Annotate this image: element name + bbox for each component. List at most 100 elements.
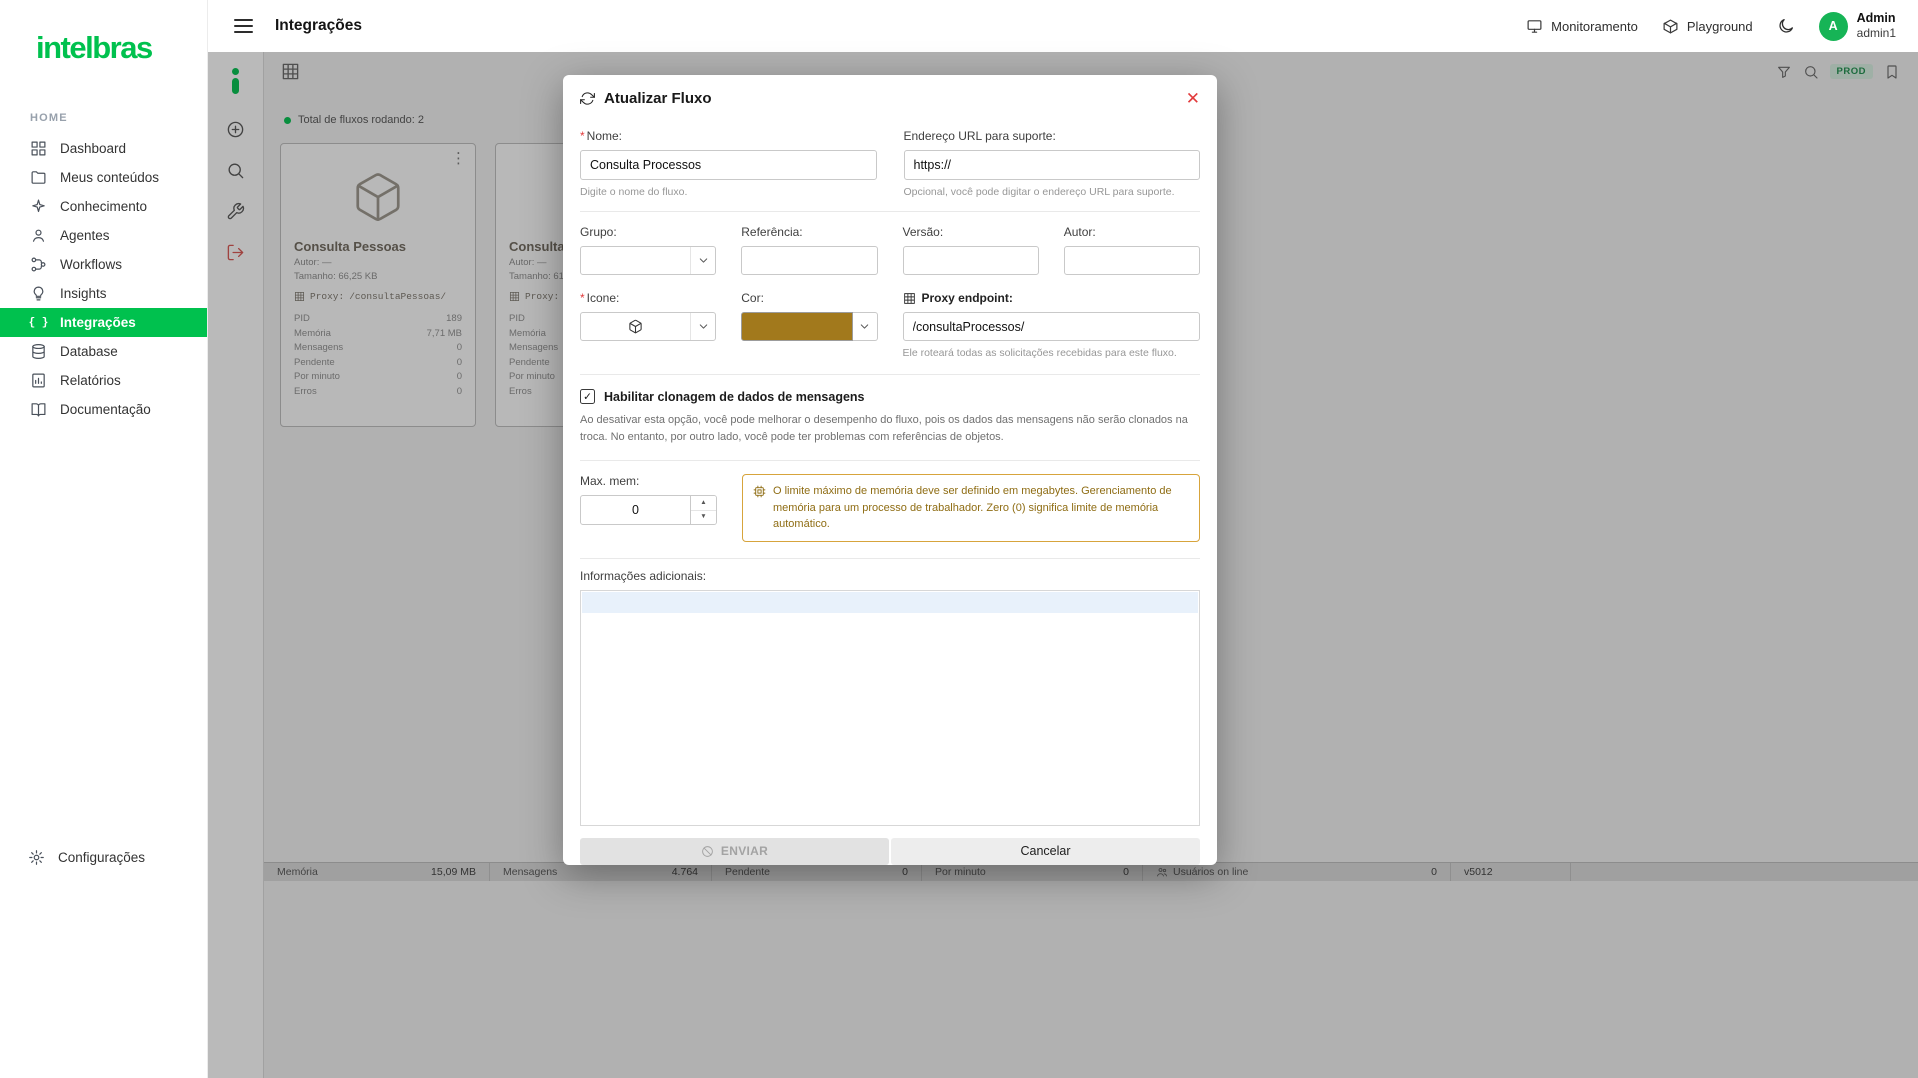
versao-input[interactable] [902,246,1039,275]
memory-chip-icon [753,485,766,498]
nome-input[interactable] [580,150,877,180]
sidebar-nav: Dashboard Meus conteúdos Conhecimento Ag… [0,134,207,424]
update-flow-icon [580,91,595,106]
sidebar-item-label: Dashboard [60,141,127,156]
sidebar-item-label: Meus conteúdos [60,170,160,185]
sidebar-item-label: Insights [60,286,107,301]
spark-icon [30,198,47,215]
proxy-input[interactable] [902,312,1200,341]
sidebar-item-label: Conhecimento [60,199,148,214]
max-mem-label: Max. mem: [580,474,640,488]
menu-icon[interactable] [234,19,253,33]
prohibit-icon [701,845,714,858]
memory-warning-text: O limite máximo de memória deve ser defi… [773,485,1172,530]
intelbras-logo: intelbras [36,30,153,65]
additional-info-editor[interactable] [580,589,1200,826]
sidebar-item-label: Relatórios [60,373,121,388]
checkbox-checked-icon: ✓ [580,389,595,404]
playground-label: Playground [1686,18,1753,34]
referencia-input[interactable] [741,246,878,275]
referencia-label: Referência: [741,225,803,239]
sidebar-item-insights[interactable]: Insights [0,279,207,308]
dashboard-icon [30,140,47,157]
monitoramento-label: Monitoramento [1551,18,1638,34]
sidebar-item-integracoes[interactable]: { } Integrações [0,308,207,337]
sidebar-item-workflows[interactable]: Workflows [0,250,207,279]
cube-icon [628,319,643,334]
color-swatch[interactable] [741,312,853,341]
cancelar-button[interactable]: Cancelar [891,837,1200,865]
workflow-icon [30,256,47,273]
editor-active-line [582,591,1198,613]
user-name: Admin [1856,11,1896,26]
sidebar-item-meus-conteudos[interactable]: Meus conteúdos [0,163,207,192]
clonagem-description: Ao desativar esta opção, você pode melho… [580,414,1188,443]
sidebar-item-configuracoes[interactable]: Configurações [0,843,207,872]
folder-icon [30,169,47,186]
report-icon [30,372,47,389]
bulb-icon [30,285,47,302]
cor-select[interactable] [741,312,878,341]
icone-select[interactable] [580,312,717,341]
atualizar-fluxo-modal: Atualizar Fluxo ✕ *Nome: Digite o nome d… [563,75,1217,865]
book-icon [30,401,47,418]
url-input[interactable] [903,150,1200,180]
sidebar-section-label: HOME [30,112,68,124]
database-icon [30,343,47,360]
proxy-endpoint-icon [903,292,916,305]
topbar: Integrações Monitoramento Playground A A… [208,0,1918,52]
autor-label: Autor: [1063,225,1096,239]
clonagem-checkbox[interactable]: ✓ Habilitar clonagem de dados de mensage… [580,389,1200,404]
max-mem-input[interactable] [580,495,691,525]
sidebar-item-documentacao[interactable]: Documentação [0,395,207,424]
sidebar-item-label: Workflows [60,257,123,272]
gear-icon [28,849,45,866]
sidebar-item-agentes[interactable]: Agentes [0,221,207,250]
url-label: Endereço URL para suporte: [903,129,1056,143]
sidebar: intelbras HOME Dashboard Meus conteúdos … [0,0,208,1078]
nome-label: * Nome: [580,129,623,143]
grupo-select[interactable] [580,246,717,275]
chevron-down-icon [690,313,715,340]
grupo-label: Grupo: [580,225,617,239]
user-username: admin1 [1856,26,1896,41]
user-menu[interactable]: A Admin admin1 [1818,10,1896,42]
icone-label: * Icone: [580,291,620,305]
avatar: A [1818,11,1848,41]
playground-link[interactable]: Playground [1662,18,1753,35]
sidebar-item-label: Agentes [60,228,110,243]
sidebar-item-label: Integrações [60,315,136,330]
dark-mode-icon[interactable] [1777,17,1795,35]
braces-icon: { } [28,316,49,329]
sidebar-item-database[interactable]: Database [0,337,207,366]
cor-label: Cor: [741,291,764,305]
sidebar-item-conhecimento[interactable]: Conhecimento [0,192,207,221]
sidebar-item-dashboard[interactable]: Dashboard [0,134,207,163]
proxy-label: Proxy endpoint: [903,291,1201,305]
chevron-down-icon [690,247,715,274]
sidebar-item-label: Documentação [60,402,151,417]
agent-icon [30,227,47,244]
sidebar-item-label: Configurações [58,850,146,865]
step-up-icon[interactable]: ▲ [691,496,716,511]
autor-input[interactable] [1063,246,1200,275]
modal-title: Atualizar Fluxo [604,90,712,107]
memory-warning: O limite máximo de memória deve ser defi… [742,474,1200,542]
close-icon[interactable]: ✕ [1186,90,1200,107]
monitoramento-link[interactable]: Monitoramento [1526,18,1638,35]
info-label: Informações adicionais: [580,568,707,583]
clonagem-label: Habilitar clonagem de dados de mensagens [604,389,865,404]
proxy-helper: Ele roteará todas as solicitações recebi… [902,347,1177,359]
chevron-down-icon [852,312,878,341]
monitor-icon [1526,18,1543,35]
sidebar-item-relatorios[interactable]: Relatórios [0,366,207,395]
enviar-button[interactable]: ENVIAR [580,837,889,865]
page-title: Integrações [275,17,363,34]
step-down-icon[interactable]: ▼ [691,510,716,524]
versao-label: Versão: [902,225,944,239]
url-helper: Opcional, você pode digitar o endereço U… [903,186,1175,198]
playground-box-icon [1662,18,1679,35]
max-mem-stepper: ▲ ▼ [691,495,717,525]
nome-helper: Digite o nome do fluxo. [580,186,688,198]
sidebar-item-label: Database [60,344,118,359]
